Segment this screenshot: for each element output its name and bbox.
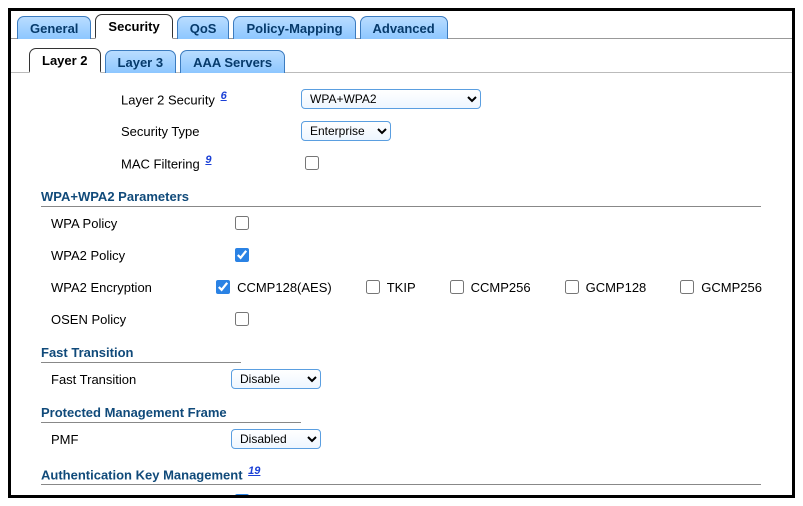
pmf-heading: Protected Management Frame	[41, 405, 301, 423]
enc-ccmp256-checkbox[interactable]	[450, 280, 464, 294]
tab-advanced[interactable]: Advanced	[360, 16, 448, 39]
enc-ccmp128-checkbox[interactable]	[216, 280, 230, 294]
wpa2-policy-label: WPA2 Policy	[51, 248, 231, 263]
wpa2-encryption-label: WPA2 Encryption	[51, 280, 212, 295]
osen-policy-checkbox[interactable]	[235, 312, 249, 326]
tab-general[interactable]: General	[17, 16, 91, 39]
fast-transition-select[interactable]: Disable	[231, 369, 321, 389]
mac-filtering-label: MAC Filtering	[121, 157, 200, 172]
akm-heading: Authentication Key Management 19	[41, 465, 761, 485]
enc-gcmp128-checkbox[interactable]	[565, 280, 579, 294]
security-type-label: Security Type	[121, 124, 301, 139]
tab-policy-mapping[interactable]: Policy-Mapping	[233, 16, 355, 39]
security-type-select[interactable]: Enterprise	[301, 121, 391, 141]
tab-layer3[interactable]: Layer 3	[105, 50, 177, 73]
enc-gcmp256-label: GCMP256	[701, 280, 762, 295]
layer2-security-select[interactable]: WPA+WPA2	[301, 89, 481, 109]
enc-ccmp128-label: CCMP128(AES)	[237, 280, 332, 295]
footnote-19-link[interactable]: 19	[248, 465, 260, 477]
pmf-select[interactable]: Disabled	[231, 429, 321, 449]
enc-tkip-checkbox[interactable]	[366, 280, 380, 294]
fast-transition-label: Fast Transition	[51, 372, 231, 387]
enable-label: Enable	[256, 494, 296, 498]
osen-policy-label: OSEN Policy	[51, 312, 231, 327]
sha1-enable-checkbox[interactable]	[235, 494, 249, 498]
wpa-policy-checkbox[interactable]	[235, 216, 249, 230]
tab-security[interactable]: Security	[95, 14, 172, 39]
sub-tab-row: Layer 2 Layer 3 AAA Servers	[11, 47, 792, 73]
sha1-label: 802.1X-SHA1	[51, 494, 231, 498]
wpa-params-heading: WPA+WPA2 Parameters	[41, 189, 761, 207]
mac-filtering-checkbox[interactable]	[305, 156, 319, 170]
enc-ccmp256-label: CCMP256	[471, 280, 531, 295]
footnote-9-link[interactable]: 9	[205, 154, 211, 166]
config-panel: General Security QoS Policy-Mapping Adva…	[8, 8, 795, 498]
tab-aaa-servers[interactable]: AAA Servers	[180, 50, 285, 73]
layer2-security-label: Layer 2 Security	[121, 93, 215, 108]
footnote-6-link[interactable]: 6	[221, 90, 227, 102]
main-tab-row: General Security QoS Policy-Mapping Adva…	[11, 11, 792, 39]
tab-qos[interactable]: QoS	[177, 16, 230, 39]
enc-gcmp256-checkbox[interactable]	[680, 280, 694, 294]
fast-transition-heading: Fast Transition	[41, 345, 241, 363]
enc-tkip-label: TKIP	[387, 280, 416, 295]
wpa2-encryption-options: CCMP128(AES) TKIP CCMP256 GCMP128 GCMP25…	[212, 277, 762, 297]
tab-layer2[interactable]: Layer 2	[29, 48, 101, 73]
wpa-policy-label: WPA Policy	[51, 216, 231, 231]
layer2-content: Layer 2 Security 6 WPA+WPA2 Security Typ…	[11, 73, 792, 498]
wpa2-policy-checkbox[interactable]	[235, 248, 249, 262]
pmf-label: PMF	[51, 432, 231, 447]
enc-gcmp128-label: GCMP128	[586, 280, 647, 295]
